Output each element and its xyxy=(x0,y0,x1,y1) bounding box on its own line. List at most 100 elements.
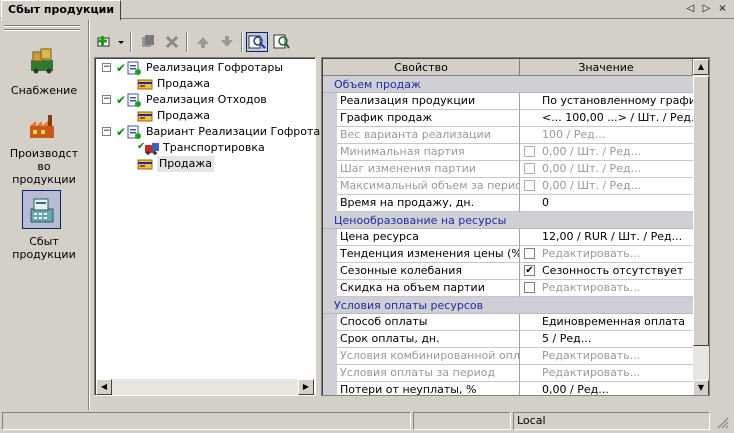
nav-item-sales[interactable] xyxy=(22,190,61,229)
nav-item-production[interactable] xyxy=(20,110,64,146)
size-grip-icon[interactable] xyxy=(714,414,730,430)
property-row[interactable]: Сезонные колебания ✔ Сезонность отсутствуе… xyxy=(323,263,693,280)
property-checkbox[interactable] xyxy=(524,180,535,191)
tree-node-label: Продажа xyxy=(157,156,214,172)
property-value[interactable]: 0 xyxy=(520,195,693,212)
property-row[interactable]: Тенденция изменения цены (%) Редактироват… xyxy=(323,246,693,263)
copy-button[interactable] xyxy=(138,32,158,52)
property-row[interactable]: Реализация продукции По установленному гр… xyxy=(323,93,693,110)
category-row[interactable]: Ценообразование на ресурсы xyxy=(323,212,693,229)
category-row[interactable]: Условия оплаты ресурсов xyxy=(323,297,693,314)
property-row[interactable]: Шаг изменения партии 0,00 / Шт. / Ред... xyxy=(323,161,693,178)
tree-node[interactable]: Продажа xyxy=(97,108,313,124)
status-bar: Local xyxy=(0,410,734,431)
property-value[interactable]: 0,00 / Ред... xyxy=(520,382,693,395)
row-indent xyxy=(323,280,337,297)
tree-hscrollbar[interactable]: ◀ ▶ xyxy=(96,379,314,395)
property-value[interactable]: 0,00 / Шт. / Ред... xyxy=(520,144,693,161)
property-row[interactable]: Способ оплаты Единовременная оплата xyxy=(323,314,693,331)
row-indent xyxy=(323,365,337,382)
property-value[interactable]: Редактировать... xyxy=(520,280,693,297)
property-row[interactable]: Потери от неуплаты, % 0,00 / Ред... xyxy=(323,382,693,395)
property-row[interactable]: Скидка на объем партии Редактировать... xyxy=(323,280,693,297)
row-indent xyxy=(323,195,337,212)
move-down-button[interactable] xyxy=(217,32,237,52)
scroll-down-button[interactable]: ▼ xyxy=(693,380,709,395)
tree-expander[interactable]: − xyxy=(102,63,111,72)
property-row[interactable]: График продаж <... 100,00 ...> / Шт. / Ре… xyxy=(323,110,693,127)
property-checkbox[interactable] xyxy=(524,146,535,157)
property-grid[interactable]: Свойство Значение Объем продаж Реализация… xyxy=(321,57,710,396)
property-value[interactable]: 0,00 / Шт. / Ред... xyxy=(520,178,693,195)
sale-card-icon xyxy=(137,79,153,90)
property-row[interactable]: Время на продажу, дн. 0 xyxy=(323,195,693,212)
property-checkbox[interactable] xyxy=(524,282,535,293)
property-value-text: Единовременная оплата xyxy=(542,315,686,328)
property-value-text: 5 / Ред... xyxy=(542,332,592,345)
nav-separator xyxy=(88,20,90,410)
scroll-thumb[interactable] xyxy=(693,76,709,346)
property-value[interactable]: Редактировать... xyxy=(520,348,693,365)
tree-node[interactable]: − ✔ Вариант Реализации Гофротары xyxy=(97,124,336,140)
property-value[interactable]: По установленному графику xyxy=(520,93,693,110)
view-properties-button[interactable] xyxy=(246,32,268,52)
prev-tab-button[interactable]: ◁ xyxy=(684,2,697,16)
property-row[interactable]: Минимальная партия 0,00 / Шт. / Ред... xyxy=(323,144,693,161)
property-value[interactable]: ✔ Сезонность отсутствует xyxy=(520,263,693,280)
next-tab-button[interactable]: ▷ xyxy=(700,2,713,16)
tree-node[interactable]: Продажа xyxy=(97,156,313,172)
tree-panel[interactable]: − ✔ Реализация Гофротары Продажа − ✔ Реализаци… xyxy=(94,57,336,396)
tree-node-label: Реализация Гофротары xyxy=(146,61,284,74)
close-tab-button[interactable]: × xyxy=(716,2,729,16)
scroll-up-button[interactable]: ▲ xyxy=(693,59,709,75)
property-row[interactable]: Цена ресурса 12,00 / RUR / Шт. / Ред... xyxy=(323,229,693,246)
property-value[interactable]: 0,00 / Шт. / Ред... xyxy=(520,161,693,178)
tree-node-label: Вариант Реализации Гофротары xyxy=(146,125,336,138)
move-up-button[interactable] xyxy=(193,32,213,52)
row-indent xyxy=(323,161,337,178)
property-row[interactable]: Срок оплаты, дн. 5 / Ред... xyxy=(323,331,693,348)
property-value[interactable]: <... 100,00 ...> / Шт. / Ред... xyxy=(520,110,693,127)
delete-button[interactable] xyxy=(162,32,182,52)
row-indent xyxy=(323,348,337,365)
nav-label-supply: Снабжение xyxy=(10,84,78,97)
property-checkbox[interactable]: ✔ xyxy=(524,265,535,276)
process-icon xyxy=(127,93,141,107)
property-value[interactable]: 100 / Ред... xyxy=(520,127,693,144)
property-value-text: 0,00 / Шт. / Ред... xyxy=(542,145,642,158)
tree-node[interactable]: Продажа xyxy=(97,76,313,92)
tree-node[interactable]: ✔ Транспортировка xyxy=(97,140,313,156)
grid-vscrollbar[interactable]: ▲ ▼ xyxy=(693,59,709,395)
tab-sales[interactable]: Сбыт продукции xyxy=(1,0,122,20)
property-checkbox[interactable] xyxy=(524,248,535,259)
copy-icon xyxy=(142,35,154,47)
property-value[interactable]: Редактировать... xyxy=(520,246,693,263)
property-value[interactable]: Единовременная оплата xyxy=(520,314,693,331)
property-row[interactable]: Максимальный объем за период 0,00 / Шт. /… xyxy=(323,178,693,195)
property-checkbox[interactable] xyxy=(524,163,535,174)
tree-expander[interactable]: − xyxy=(102,127,111,136)
view-details-button[interactable] xyxy=(271,32,291,52)
property-value[interactable]: 5 / Ред... xyxy=(520,331,693,348)
property-row[interactable]: Условия оплаты за период Редактировать... xyxy=(323,365,693,382)
nav-label-sales: Сбыт продукции xyxy=(12,235,76,261)
column-header-property[interactable]: Свойство xyxy=(323,59,520,76)
property-name: Шаг изменения партии xyxy=(337,161,520,178)
tree-expander[interactable]: − xyxy=(102,95,111,104)
add-dropdown-button[interactable] xyxy=(96,32,126,52)
property-value-text: По установленному графику xyxy=(542,94,693,107)
scroll-right-button[interactable]: ▶ xyxy=(298,379,314,395)
column-header-value[interactable]: Значение xyxy=(520,59,693,76)
property-row[interactable]: Условия комбинированной оплаты Редактиров… xyxy=(323,348,693,365)
category-row[interactable]: Объем продаж xyxy=(323,76,693,93)
property-name: Минимальная партия xyxy=(337,144,520,161)
property-row[interactable]: Вес варианта реализации 100 / Ред... xyxy=(323,127,693,144)
property-value-text: Редактировать... xyxy=(542,366,641,379)
property-value[interactable]: Редактировать... xyxy=(520,365,693,382)
tree-node[interactable]: − ✔ Реализация Гофротары xyxy=(97,60,313,76)
property-value[interactable]: 12,00 / RUR / Шт. / Ред... xyxy=(520,229,693,246)
production-icon xyxy=(30,115,54,138)
tree-node[interactable]: − ✔ Реализация Отходов xyxy=(97,92,313,108)
property-name: Время на продажу, дн. xyxy=(337,195,520,212)
scroll-left-button[interactable]: ◀ xyxy=(96,379,112,395)
